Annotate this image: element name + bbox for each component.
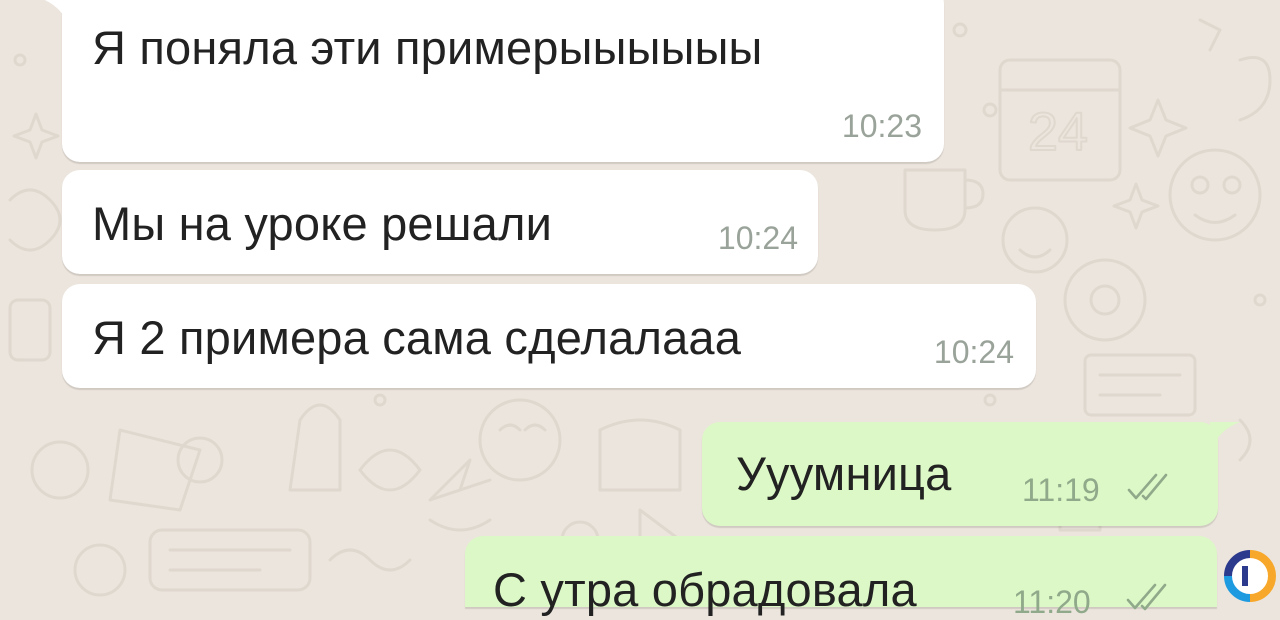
message-text: Я поняла эти примерыыыыыы: [92, 21, 763, 74]
message-time: 11:19: [1022, 472, 1100, 508]
outgoing-message[interactable]: С утра обрадовала 11:20: [465, 536, 1217, 618]
message-text: Ууумница: [736, 447, 952, 500]
bubble-tail: [44, 0, 70, 28]
outgoing-message[interactable]: Ууумница 11:19: [702, 422, 1218, 526]
svg-text:24: 24: [1028, 102, 1088, 162]
double-check-icon: [1127, 473, 1168, 501]
message-text: С утра обрадовала: [493, 563, 917, 616]
message-text: Мы на уроке решали: [92, 197, 553, 250]
incoming-message[interactable]: Я поняла эти примерыыыыыы 10:23: [62, 0, 944, 162]
incoming-message[interactable]: Мы на уроке решали 10:24: [62, 170, 818, 274]
message-text: Я 2 примера сама сделалааа: [92, 311, 742, 364]
brand-logo-icon: [1224, 550, 1276, 602]
double-check-icon: [1126, 583, 1167, 611]
message-time: 11:20: [1013, 584, 1091, 620]
bubble-tail: [1210, 422, 1240, 452]
incoming-message[interactable]: Я 2 примера сама сделалааа 10:24: [62, 284, 1036, 388]
message-time: 10:24: [933, 334, 1014, 370]
message-time: 10:24: [717, 220, 798, 256]
message-time: 10:23: [841, 108, 922, 144]
